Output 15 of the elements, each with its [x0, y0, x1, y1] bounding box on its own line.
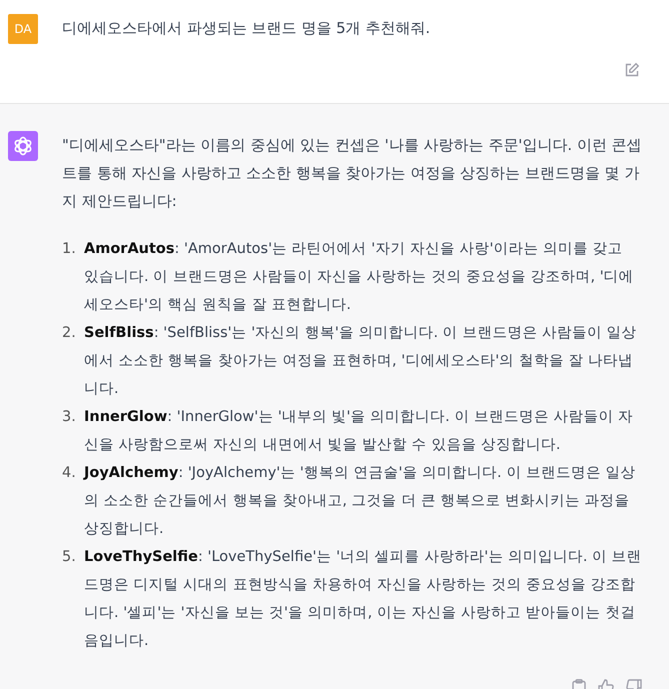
- list-item-text: SelfBliss: 'SelfBliss'는 '자신의 행복'을 의미합니다. 이 브랜드명은 사람들이 일상에서 소소한 행복을 찾아가는 여정을 표현하며, '디에세오스타'의 철학을 잘 나타냅니다.: [84, 324, 638, 399]
- list-number: 2.: [62, 324, 77, 343]
- assistant-logo-icon: [8, 131, 38, 161]
- response-paragraph: "디에세오스타"라는 이름의 중심에 있는 컨셉은 '나를 사랑하는 주문'입니다. 이런 콘셉트를 통해 자신을 사랑하고 소소한 행복을 찾아가는 여정을 상징하는 브랜드명을 몇 가지 제안드립니다:: [62, 135, 642, 212]
- list-number: 3.: [62, 408, 77, 427]
- list-item-text: JoyAlchemy: 'JoyAlchemy'는 '행복의 연금술'을 의미합니다. 이 브랜드명은 일상의 소소한 순간들에서 행복을 찾아내고, 그것을 더 큰 행복으로 변화시키는 과정을 상징합니다.: [84, 464, 636, 539]
- user-avatar: DA: [8, 14, 38, 44]
- edit-icon[interactable]: [624, 62, 640, 78]
- list-item-text: LoveThySelfie: 'LoveThySelfie'는 '너의 셀피를 사랑하라'는 의미입니다. 이 브랜드명은 디지털 시대의 표현방식을 차용하여 자신을 사랑하는 것의 중요성을 강조합니다. '셀피'는 '자신을 보는 것'을 의미하며, 이는 자신을 사랑하고 받아들이는 첫걸음입니다.: [84, 548, 642, 651]
- list-item-text: AmorAutos: 'AmorAutos'는 라틴어에서 '자기 자신을 사랑'이라는 의미를 갖고 있습니다. 이 브랜드명은 사람들이 자신을 사랑하는 것의 중요성을 강조하며, '디에세오스타'의 핵심 원칙을 잘 표현합니다.: [84, 240, 635, 315]
- list-number: 1.: [62, 240, 77, 259]
- list-item-text: InnerGlow: 'InnerGlow'는 '내부의 빛'을 의미합니다. 이 브랜드명은 사람들이 자신을 사랑함으로써 자신의 내면에서 빛을 발산할 수 있음을 상징합니다.: [84, 408, 634, 455]
- user-message: 디에세오스타에서 파생되는 브랜드 명을 5개 추천해줘.: [62, 18, 432, 39]
- list-number: 4.: [62, 464, 77, 483]
- list-number: 5.: [62, 548, 77, 567]
